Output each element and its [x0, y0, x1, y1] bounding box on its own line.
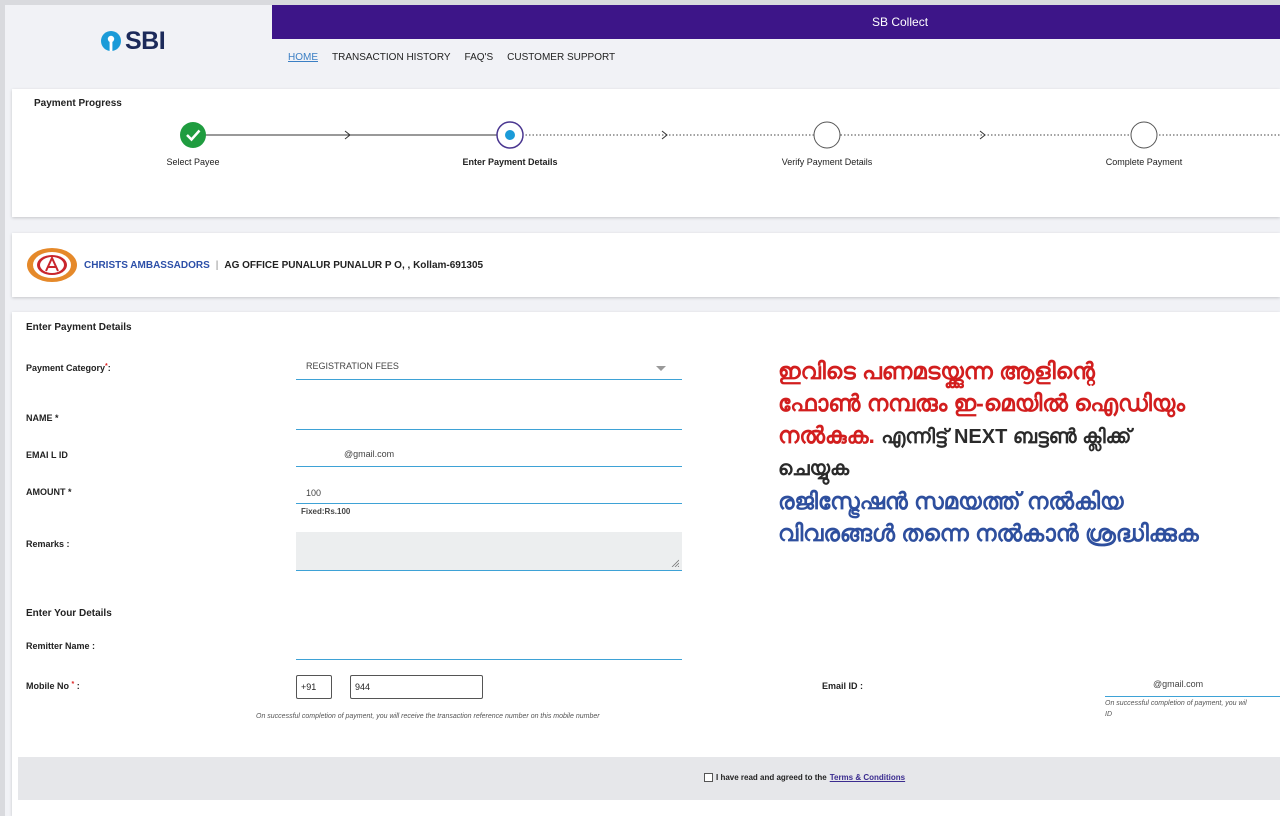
payee-card: CHRISTS AMBASSADORS | AG OFFICE PUNALUR …	[12, 233, 1280, 297]
step-pending-icon	[1130, 121, 1158, 149]
mobile-label: Mobile No * :	[26, 681, 80, 691]
payee-info: CHRISTS AMBASSADORS | AG OFFICE PUNALUR …	[26, 247, 483, 283]
nav-faqs[interactable]: FAQ'S	[465, 52, 494, 63]
instruction-overlay: ഇവിടെ പണമടയ്ക്കുന്ന ആളിന്റെ ഫോൺ നമ്പരും …	[778, 355, 1280, 549]
overlay-line-5: രജിസ്ട്രേഷൻ സമയത്ത് നൽകിയ	[778, 488, 1124, 514]
top-bar: SB Collect	[272, 5, 1280, 39]
overlay-line-3-dark: എന്നിട്ട് NEXT ബട്ടൺ ക്ലിക്ക്	[881, 426, 1132, 448]
remitter-name-label: Remitter Name :	[26, 641, 96, 651]
mobile-input[interactable]: 944	[350, 675, 483, 699]
remarks-textarea[interactable]	[296, 532, 682, 571]
sbi-logo[interactable]: SBI	[100, 25, 166, 57]
terms-bar: I have read and agreed to the Terms & Co…	[18, 757, 1280, 800]
required-mark: *	[71, 681, 75, 688]
terms-row: I have read and agreed to the Terms & Co…	[704, 773, 905, 782]
terms-checkbox[interactable]	[704, 773, 713, 782]
payee-separator: |	[215, 259, 219, 271]
page: SBI SB Collect HOME TRANSACTION HISTORY …	[0, 0, 1280, 816]
step-pending-icon	[813, 121, 841, 149]
overlay-line-4: ചെയ്യുക	[778, 458, 850, 480]
name-input[interactable]	[296, 407, 682, 430]
overlay-line-2: ഫോൺ നമ്പരും ഇ-മെയിൽ ഐഡിയും	[778, 390, 1185, 416]
payment-category-value: REGISTRATION FEES	[306, 361, 399, 371]
payment-category-select[interactable]: REGISTRATION FEES	[296, 356, 682, 380]
main-nav: HOME TRANSACTION HISTORY FAQ'S CUSTOMER …	[288, 52, 615, 63]
payment-progress-card: Payment Progress Select Payee Enter Paym…	[12, 89, 1280, 217]
dropdown-caret-icon	[656, 366, 666, 371]
payment-category-label-text: Payment Category	[26, 363, 106, 373]
overlay-line-3-red: നൽകുക.	[778, 422, 875, 448]
amount-label: AMOUNT *	[26, 487, 72, 497]
amount-input-value: 100	[306, 488, 322, 498]
email-hint-id: ID	[1105, 711, 1112, 718]
app-title: SB Collect	[872, 15, 929, 29]
window-frame-left	[0, 0, 5, 816]
payee-name: CHRISTS AMBASSADORS	[84, 259, 210, 271]
amount-input[interactable]: 100	[296, 454, 682, 504]
nav-customer-support[interactable]: CUSTOMER SUPPORT	[507, 52, 615, 63]
name-label: NAME *	[26, 413, 59, 423]
resize-grip-icon[interactable]	[671, 559, 679, 567]
overlay-line-1: ഇവിടെ പണമടയ്ക്കുന്ന ആളിന്റെ	[778, 358, 1095, 384]
overlay-line-3: നൽകുക. എന്നിട്ട് NEXT ബട്ടൺ ക്ലിക്ക്	[778, 419, 1280, 453]
payee-logo-icon	[27, 248, 77, 282]
remarks-label: Remarks :	[26, 539, 70, 549]
mobile-label-text: Mobile No	[26, 681, 69, 691]
remitter-name-input[interactable]	[296, 637, 682, 660]
email-id-value: @gmail.com	[1153, 679, 1204, 689]
nav-home[interactable]: HOME	[288, 52, 318, 63]
nav-transaction-history[interactable]: TRANSACTION HISTORY	[332, 52, 451, 63]
country-code-box[interactable]: +91	[296, 675, 332, 699]
email-hint: On successful completion of payment, you…	[1105, 700, 1247, 707]
step-label-verify-payment: Verify Payment Details	[781, 157, 873, 167]
step-done-icon	[180, 122, 206, 148]
email-id-input[interactable]: @gmail.com	[1105, 674, 1280, 697]
sbi-keyhole-icon	[101, 31, 121, 51]
amount-fixed-note: Fixed:Rs.100	[301, 507, 351, 516]
step-label-complete-payment: Complete Payment	[1105, 157, 1183, 167]
overlay-line-6: വിവരങ്ങൾ തന്നെ നൽകാൻ ശ്രദ്ധിക്കുക	[778, 520, 1199, 546]
terms-text: I have read and agreed to the	[716, 773, 827, 782]
step-label-select-payee: Select Payee	[166, 157, 220, 167]
logo-text: SBI	[125, 26, 166, 55]
required-mark: *	[105, 363, 108, 370]
step-label-enter-payment: Enter Payment Details	[462, 157, 558, 167]
payee-address: AG OFFICE PUNALUR PUNALUR P O, , Kollam-…	[224, 259, 484, 271]
section-title-payment: Enter Payment Details	[26, 322, 132, 333]
progress-title: Payment Progress	[34, 98, 122, 109]
email-id-label: Email ID :	[822, 681, 864, 691]
mobile-hint: On successful completion of payment, you…	[256, 713, 600, 720]
payment-category-label: Payment Category*:	[26, 363, 111, 373]
section-title-your-details: Enter Your Details	[26, 608, 112, 619]
email-label: EMAI L ID	[26, 450, 68, 460]
terms-link[interactable]: Terms & Conditions	[830, 773, 905, 782]
step-current-icon	[496, 121, 524, 149]
